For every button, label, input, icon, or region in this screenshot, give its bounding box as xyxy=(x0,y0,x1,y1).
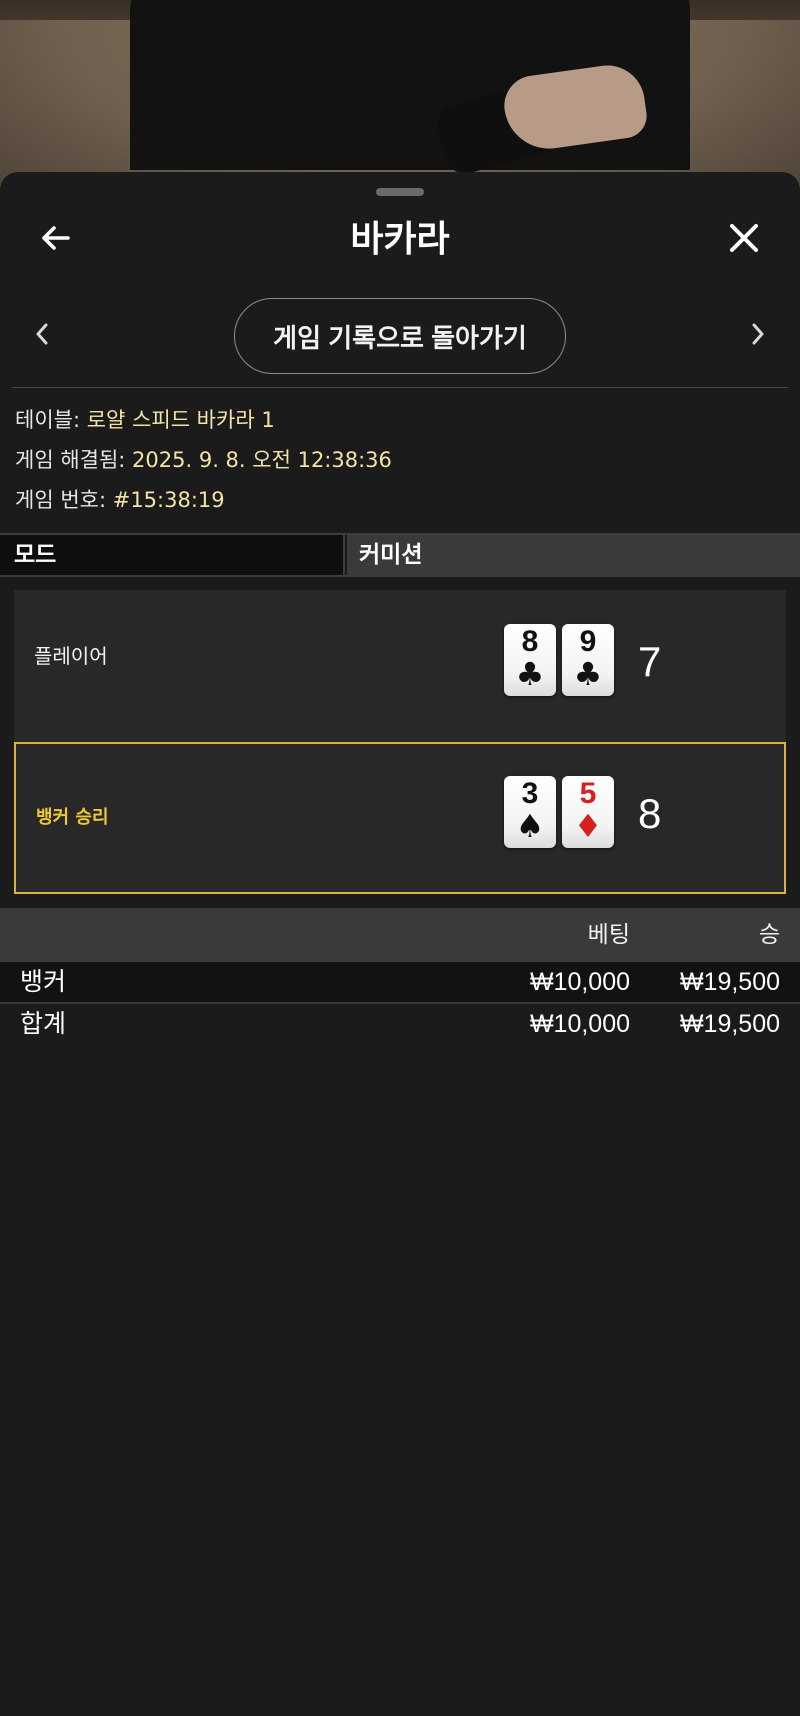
player-cards: 8 ♣ 9 ♣ xyxy=(504,624,614,696)
chevron-right-icon xyxy=(748,320,768,352)
bets-table-header: 베팅 승 xyxy=(0,908,800,962)
game-navigation: 게임 기록으로 돌아가기 xyxy=(0,296,800,376)
total-label: 합계 xyxy=(20,1009,67,1038)
column-header-win: 승 xyxy=(758,922,780,948)
game-info: 테이블: 로얄 스피드 바카라 1 게임 해결됨: 2025. 9. 8. 오전… xyxy=(15,400,785,520)
club-suit-icon: ♣ xyxy=(573,655,603,693)
card-rank: 3 xyxy=(521,777,539,810)
sheet-header: 바카라 xyxy=(0,208,800,272)
chevron-left-icon xyxy=(32,320,52,352)
mode-row: 모드 커미션 xyxy=(0,533,800,577)
card-rank: 5 xyxy=(579,777,597,810)
win-amount: ₩19,500 xyxy=(679,968,780,996)
banker-hand-label: 뱅커 승리 xyxy=(36,807,109,828)
info-number-label: 게임 번호: xyxy=(15,488,107,512)
info-resolved-row: 게임 해결됨: 2025. 9. 8. 오전 12:38:36 xyxy=(15,440,785,480)
playing-card: 3 ♠ xyxy=(504,776,556,848)
card-rank: 9 xyxy=(579,625,597,658)
sheet-drag-handle[interactable] xyxy=(376,188,424,196)
diamond-suit-icon: ♦ xyxy=(573,807,603,845)
previous-game-button[interactable] xyxy=(14,308,70,364)
card-rank: 8 xyxy=(521,625,539,658)
banker-cards: 3 ♠ 5 ♦ xyxy=(504,776,614,848)
column-header-bet: 베팅 xyxy=(587,922,630,948)
page-title: 바카라 xyxy=(350,219,450,260)
bets-table: 베팅 승 뱅커 ₩10,000 ₩19,500 합계 ₩10,000 ₩19,5… xyxy=(0,908,800,1046)
close-icon xyxy=(727,221,761,259)
player-hand: 플레이어 8 ♣ 9 ♣ 7 xyxy=(14,590,786,742)
info-resolved-label: 게임 해결됨: xyxy=(15,448,126,472)
playing-card: 5 ♦ xyxy=(562,776,614,848)
info-table-row: 테이블: 로얄 스피드 바카라 1 xyxy=(15,400,785,440)
info-resolved-value: 2025. 9. 8. 오전 12:38:36 xyxy=(132,448,392,472)
next-game-button[interactable] xyxy=(730,308,786,364)
info-table-value: 로얄 스피드 바카라 1 xyxy=(86,408,275,432)
close-button[interactable] xyxy=(712,208,776,272)
playing-card: 8 ♣ xyxy=(504,624,556,696)
divider xyxy=(12,387,788,388)
player-score: 7 xyxy=(638,638,662,685)
mode-label: 모드 xyxy=(0,535,345,575)
total-bet-amount: ₩10,000 xyxy=(529,1010,630,1038)
playing-card: 9 ♣ xyxy=(562,624,614,696)
history-sheet: 바카라 게임 기록으로 돌아가기 테이블: 로얄 스피드 바카라 1 게임 해결… xyxy=(0,172,800,1716)
mode-value: 커미션 xyxy=(347,535,800,575)
total-row: 합계 ₩10,000 ₩19,500 xyxy=(0,1004,800,1046)
bet-amount: ₩10,000 xyxy=(529,968,630,996)
spade-suit-icon: ♠ xyxy=(515,807,545,845)
banker-score: 8 xyxy=(638,790,662,837)
player-hand-label: 플레이어 xyxy=(34,644,108,668)
club-suit-icon: ♣ xyxy=(515,655,545,693)
info-number-row: 게임 번호: #15:38:19 xyxy=(15,480,785,520)
live-video-background xyxy=(0,0,800,200)
table-row: 뱅커 ₩10,000 ₩19,500 xyxy=(0,962,800,1004)
info-number-value: #15:38:19 xyxy=(112,488,225,512)
bet-name: 뱅커 xyxy=(20,967,67,996)
arrow-left-icon xyxy=(38,220,74,260)
banker-hand: 뱅커 승리 3 ♠ 5 ♦ 8 xyxy=(14,742,786,894)
info-table-label: 테이블: xyxy=(15,408,81,432)
back-to-history-button[interactable]: 게임 기록으로 돌아가기 xyxy=(234,298,566,374)
back-button[interactable] xyxy=(24,208,88,272)
total-win-amount: ₩19,500 xyxy=(679,1010,780,1038)
